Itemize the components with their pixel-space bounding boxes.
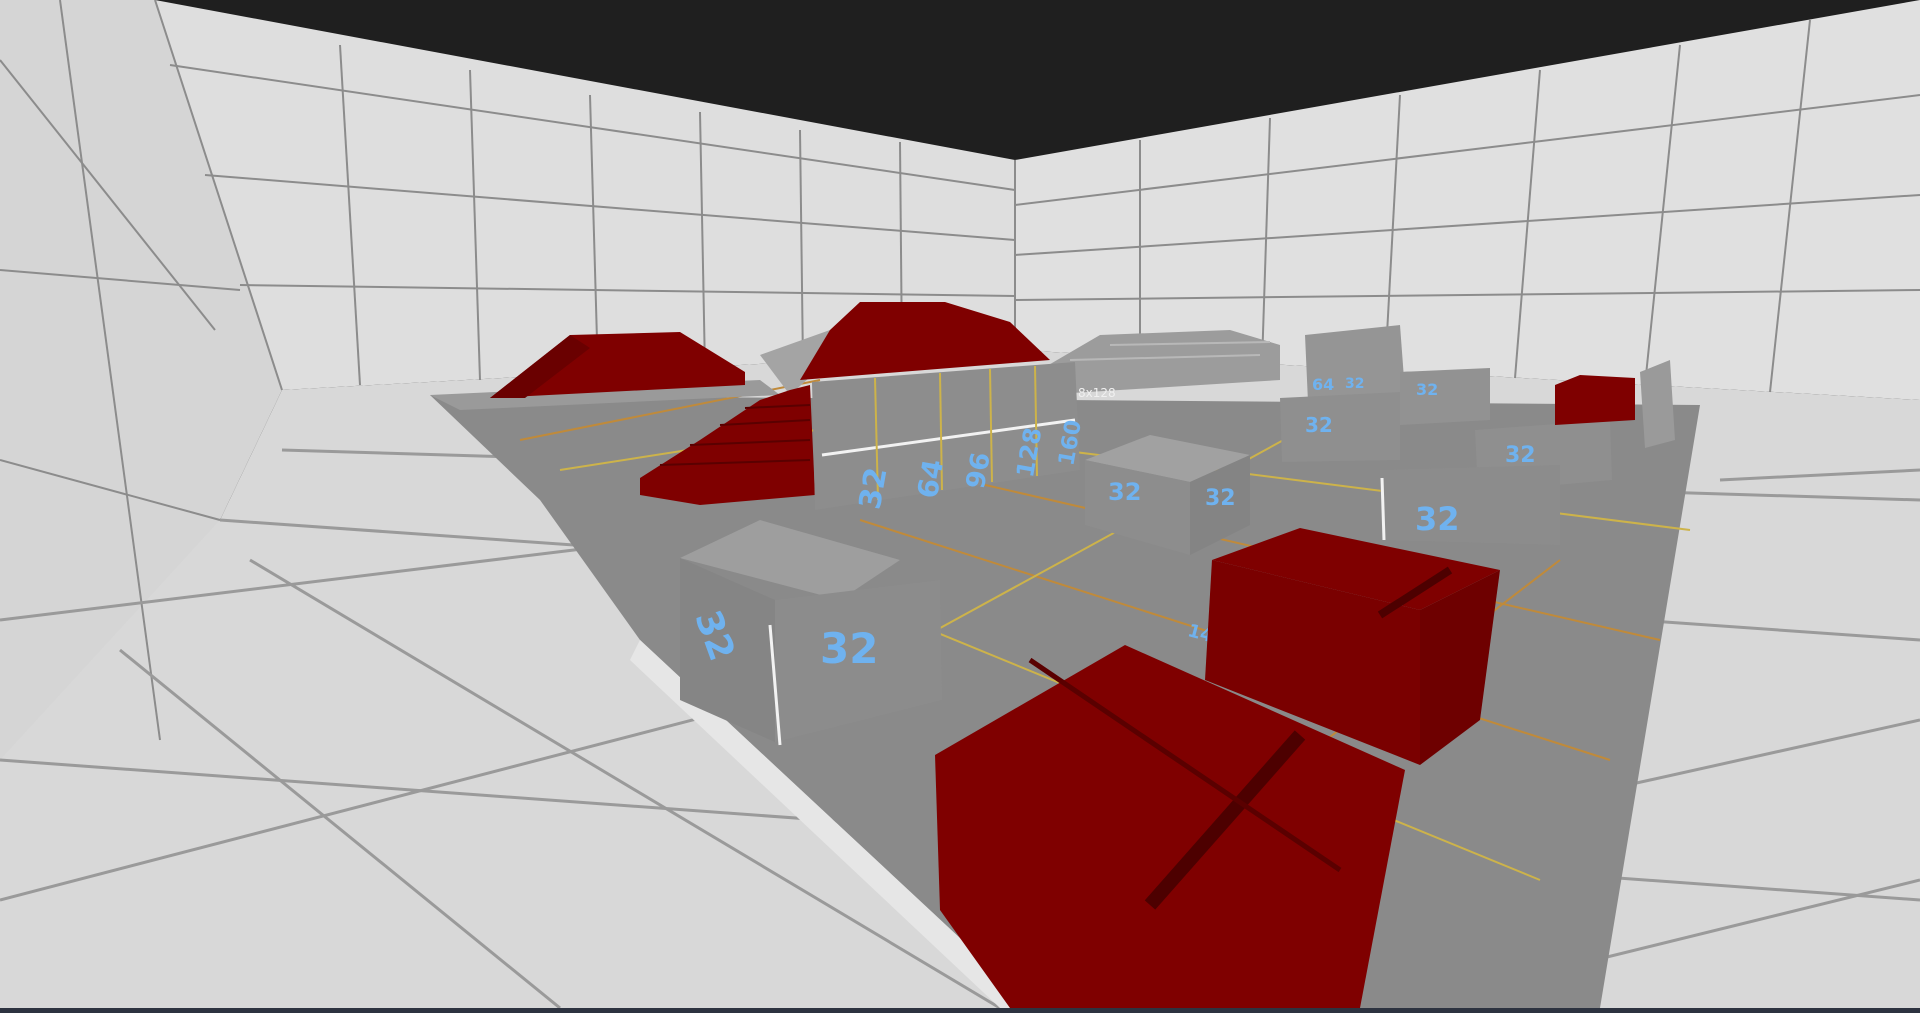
- measure-label-64: 64: [911, 457, 950, 501]
- tower-label-64: 64: [1312, 375, 1334, 394]
- size-tag: 8x128: [1078, 386, 1116, 400]
- block-b-label-right: 32: [1205, 486, 1236, 511]
- block-d: [1400, 368, 1490, 425]
- tower-label-32: 32: [1345, 376, 1364, 392]
- window-bottom-border: [0, 1008, 1920, 1013]
- red-cube-small: [1555, 375, 1635, 425]
- measure-label-96: 96: [961, 450, 997, 491]
- block-c-label: 32: [1305, 413, 1333, 437]
- block-b-label-left: 32: [1108, 478, 1141, 506]
- block-f-edge: [1380, 477, 1386, 541]
- block-f: [1380, 465, 1560, 545]
- right-column: [1640, 360, 1675, 448]
- block-f-label: 32: [1415, 500, 1460, 538]
- game-viewport[interactable]: 32 64 96 128 160 8x128 64 32 32 32 32 32…: [0, 0, 1920, 1008]
- block-c: [1280, 392, 1400, 462]
- block-e-label: 32: [1505, 443, 1536, 468]
- measure-label-32: 32: [853, 465, 895, 512]
- block-a-label-front: 32: [820, 624, 878, 673]
- block-d-label: 32: [1416, 380, 1438, 399]
